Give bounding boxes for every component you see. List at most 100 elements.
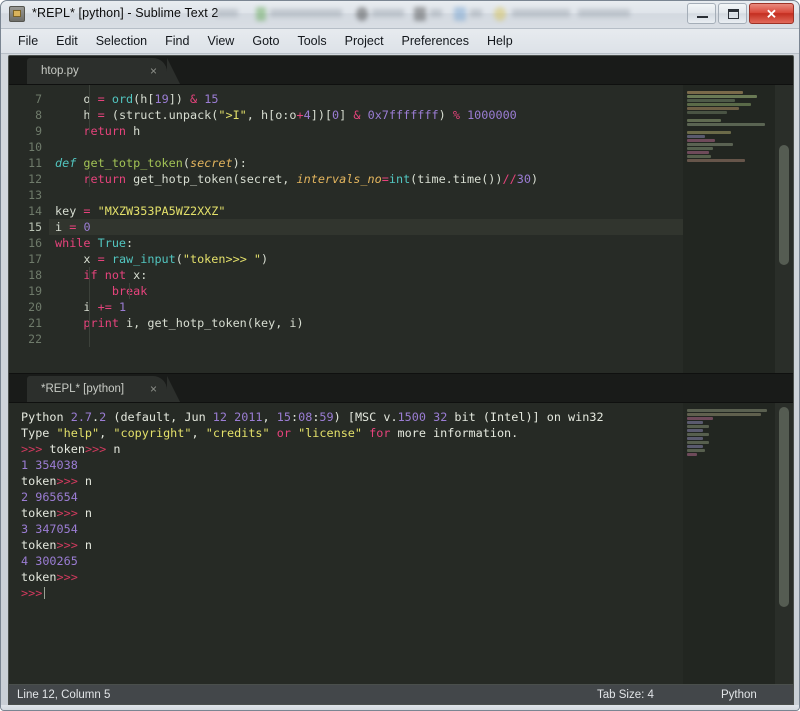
close-icon[interactable]: × (150, 383, 157, 395)
editor-vertical-scrollbar[interactable] (775, 85, 793, 373)
indent-guide (89, 267, 90, 347)
menu-item-project[interactable]: Project (336, 32, 393, 50)
line-number: 13 (9, 187, 49, 203)
repl-line-banner-1: Python 2.7.2 (default, Jun 12 2011, 15:0… (15, 409, 793, 425)
repl-vertical-scrollbar[interactable] (775, 403, 793, 685)
line-number: 9 (9, 123, 49, 139)
repl-line-prompt-5: token>>> (15, 569, 793, 585)
code-line-8: h = (struct.unpack(">I", h[o:o+4])[0] & … (49, 107, 793, 123)
menu-item-goto[interactable]: Goto (243, 32, 288, 50)
code-line-7: o = ord(h[19]) & 15 (49, 91, 793, 107)
code-line-19: break (49, 283, 793, 299)
line-number: 21 (9, 315, 49, 331)
language-mode-status[interactable]: Python (721, 689, 757, 701)
minimap-row (687, 417, 713, 420)
menu-item-edit[interactable]: Edit (47, 32, 87, 50)
code-editor-pane[interactable]: 7 8 9 10 11 12 13 14 15 16 17 18 19 20 2… (9, 85, 793, 373)
menu-item-preferences[interactable]: Preferences (393, 32, 478, 50)
minimap-row (687, 425, 709, 428)
minimap-row (687, 111, 727, 114)
tab-size-status[interactable]: Tab Size: 4 (597, 689, 654, 701)
tab-repl-python[interactable]: *REPL* [python] × (27, 376, 167, 402)
window-bottom-edge (1, 705, 800, 711)
menu-bar: File Edit Selection Find View Goto Tools… (1, 29, 799, 54)
minimap-row (687, 441, 709, 444)
menu-item-file[interactable]: File (9, 32, 47, 50)
code-line-13 (49, 187, 793, 203)
tab-htop-py[interactable]: htop.py × (27, 58, 167, 84)
scrollbar-thumb[interactable] (779, 407, 789, 607)
line-number: 11 (9, 155, 49, 171)
minimap-row (687, 95, 757, 98)
minimap-row (687, 91, 743, 94)
indent-guide (129, 283, 130, 299)
repl-line-output-3: 3 347054 (15, 521, 793, 537)
sublime-icon (9, 6, 25, 22)
code-line-10 (49, 139, 793, 155)
repl-console-pane[interactable]: Python 2.7.2 (default, Jun 12 2011, 15:0… (9, 403, 793, 685)
minimap-row (687, 103, 751, 106)
line-number: 12 (9, 171, 49, 187)
minimap-row (687, 413, 761, 416)
status-bar: Line 12, Column 5 Tab Size: 4 Python (8, 685, 794, 705)
text-cursor (44, 587, 45, 599)
repl-line-prompt-4: token>>> n (15, 537, 793, 553)
repl-line-prompt-1: >>> token>>> n (15, 441, 793, 457)
minimap-row (687, 119, 721, 122)
minimap-row (687, 99, 735, 102)
code-line-22 (49, 331, 793, 347)
scrollbar-thumb[interactable] (779, 145, 789, 265)
window-controls: ✕ (685, 3, 794, 24)
minimap-row (687, 445, 703, 448)
maximize-icon (728, 9, 739, 19)
close-icon: ✕ (750, 7, 793, 20)
line-number: 22 (9, 331, 49, 347)
line-number: 14 (9, 203, 49, 219)
line-number: 19 (9, 283, 49, 299)
menu-item-help[interactable]: Help (478, 32, 522, 50)
menu-item-selection[interactable]: Selection (87, 32, 156, 50)
maximize-button[interactable] (718, 3, 747, 24)
minimap-row (687, 409, 767, 412)
menu-item-view[interactable]: View (198, 32, 243, 50)
minimap-row (687, 429, 703, 432)
window-title: *REPL* [python] - Sublime Text 2 (32, 6, 218, 20)
minimap-row (687, 421, 703, 424)
line-number: 20 (9, 299, 49, 315)
repl-line-prompt-2: token>>> n (15, 473, 793, 489)
code-line-21: print i, get_hotp_token(key, i) (49, 315, 793, 331)
minimap-row (687, 433, 709, 436)
code-line-9: return h (49, 123, 793, 139)
close-icon[interactable]: × (150, 65, 157, 77)
code-line-20: i += 1 (49, 299, 793, 315)
line-number: 18 (9, 267, 49, 283)
minimap-row (687, 453, 697, 456)
minimap-row (687, 147, 713, 150)
code-text-area[interactable]: o = ord(h[19]) & 15 h = (struct.unpack("… (49, 85, 793, 373)
repl-line-output-1: 1 354038 (15, 457, 793, 473)
repl-line-prompt-active: >>> (15, 585, 793, 601)
code-line-12: return get_hotp_token(secret, intervals_… (49, 171, 793, 187)
repl-output-area[interactable]: Python 2.7.2 (default, Jun 12 2011, 15:0… (15, 403, 793, 685)
menu-item-tools[interactable]: Tools (288, 32, 335, 50)
repl-minimap[interactable] (683, 403, 775, 685)
close-button[interactable]: ✕ (749, 3, 794, 24)
minimize-button[interactable] (687, 3, 716, 24)
minimap-row (687, 143, 733, 146)
repl-line-output-2: 2 965654 (15, 489, 793, 505)
minimap-row (687, 123, 765, 126)
minimap-row (687, 449, 705, 452)
menu-item-find[interactable]: Find (156, 32, 198, 50)
code-line-15-current: i = 0 (49, 219, 793, 235)
cursor-position-status: Line 12, Column 5 (17, 689, 110, 701)
line-number: 7 (9, 91, 49, 107)
code-line-11: def get_totp_token(secret): (49, 155, 793, 171)
line-number: 8 (9, 107, 49, 123)
repl-line-banner-2: Type "help", "copyright", "credits" or "… (15, 425, 793, 441)
minimap-row (687, 159, 745, 162)
minimap-row (687, 155, 711, 158)
minimap-row (687, 135, 705, 138)
code-line-17: x = raw_input("token>>> ") (49, 251, 793, 267)
minimap-row (687, 437, 703, 440)
editor-minimap[interactable] (683, 85, 775, 373)
